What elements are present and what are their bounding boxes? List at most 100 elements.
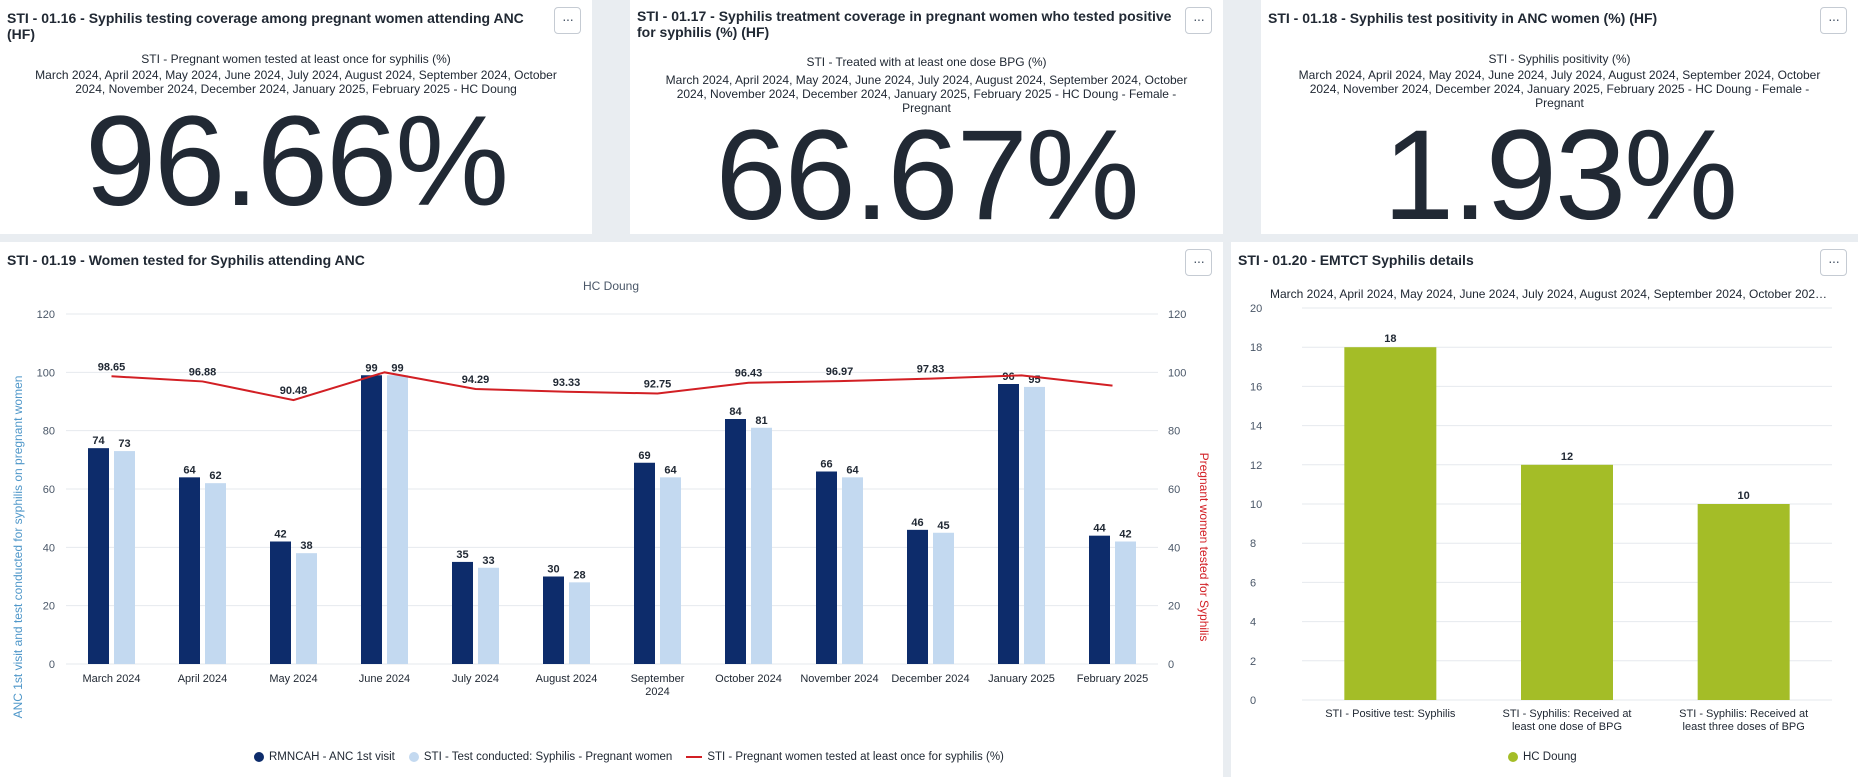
- y-tick-label-left: 120: [37, 309, 55, 321]
- legend-item-tested-percent[interactable]: STI - Pregnant women tested at least onc…: [686, 751, 1004, 763]
- y-tick-label-left: 60: [43, 484, 55, 496]
- series-line[interactable]: [111, 371, 1113, 402]
- legend-label: HC Doung: [1523, 751, 1577, 763]
- chart-subtitle: HC Doung: [583, 279, 639, 293]
- bar-value-label: 10: [1738, 490, 1750, 502]
- legend-item-anc-first-visit[interactable]: RMNCAH - ANC 1st visit: [254, 751, 395, 763]
- y-tick-label-right: 40: [1168, 542, 1180, 554]
- x-tick-label: March 2024: [82, 673, 140, 685]
- card-menu-button[interactable]: ···: [1820, 7, 1847, 34]
- chart-card-women-tested-anc: STI - 01.19 - Women tested for Syphilis …: [0, 242, 1223, 777]
- legend-line-icon: [686, 756, 703, 758]
- x-tick-label: least three doses of BPG: [1683, 721, 1805, 733]
- line-value-label: 93.33: [553, 377, 581, 389]
- bar[interactable]: [751, 427, 772, 664]
- bar-value-label: 66: [820, 459, 832, 471]
- bar-value-label: 73: [118, 438, 130, 450]
- x-tick-label: April 2024: [178, 673, 228, 685]
- x-tick-label: May 2024: [269, 673, 317, 685]
- x-tick-label: January 2025: [988, 673, 1055, 685]
- x-tick-label: June 2024: [359, 673, 410, 685]
- kpi-subtitle: STI - Treated with at least one dose BPG…: [806, 55, 1047, 69]
- bar-value-label: 64: [183, 464, 196, 476]
- bar[interactable]: [816, 471, 837, 665]
- card-title: STI - 01.16 - Syphilis testing coverage …: [7, 10, 524, 42]
- y-tick-label: 2: [1250, 656, 1256, 668]
- x-tick-label: November 2024: [800, 673, 878, 685]
- y-tick-label-left: 40: [43, 542, 55, 554]
- legend-item-test-conducted[interactable]: STI - Test conducted: Syphilis - Pregnan…: [408, 751, 673, 763]
- x-tick-label: October 2024: [715, 673, 782, 685]
- bar-value-label: 38: [300, 540, 312, 552]
- x-tick-label: STI - Syphilis: Received at: [1679, 708, 1808, 720]
- bar[interactable]: [1521, 464, 1613, 700]
- line-value-label: 92.75: [644, 378, 672, 390]
- legend-label: STI - Pregnant women tested at least onc…: [707, 751, 1004, 763]
- card-title: STI - 01.18 - Syphilis test positivity i…: [1268, 10, 1658, 26]
- bar[interactable]: [179, 477, 200, 664]
- bar[interactable]: [634, 462, 655, 664]
- y-tick-label: 20: [1250, 303, 1262, 315]
- line-value-label: 90.48: [280, 385, 308, 397]
- legend-label: STI - Test conducted: Syphilis - Pregnan…: [423, 751, 673, 763]
- bar[interactable]: [296, 553, 317, 664]
- bar[interactable]: [1089, 535, 1110, 664]
- card-menu-button[interactable]: ···: [554, 7, 581, 34]
- y-tick-label-right: 60: [1168, 484, 1180, 496]
- bar-value-label: 44: [1093, 523, 1106, 535]
- y-tick-label-left: 100: [37, 367, 55, 379]
- bar[interactable]: [1024, 386, 1045, 664]
- bar-value-label: 62: [209, 470, 221, 482]
- legend-dot-icon: [254, 752, 264, 762]
- kpi-value: 1.93%: [1383, 104, 1738, 247]
- legend-item-hc-doung[interactable]: HC Doung: [1508, 751, 1577, 763]
- bar[interactable]: [361, 375, 382, 664]
- bar-value-label: 69: [638, 450, 650, 462]
- bar[interactable]: [998, 384, 1019, 664]
- x-tick-label: September: [631, 673, 685, 685]
- y-tick-label: 4: [1250, 617, 1256, 629]
- bar-value-label: 99: [365, 362, 377, 374]
- bar[interactable]: [1344, 347, 1437, 700]
- bar[interactable]: [114, 451, 135, 664]
- card-title: STI - 01.17 - Syphilis treatment coverag…: [637, 8, 1172, 40]
- y-tick-label: 12: [1250, 460, 1262, 472]
- legend-label: RMNCAH - ANC 1st visit: [269, 751, 395, 763]
- line-value-label: 98.65: [98, 361, 126, 373]
- bar[interactable]: [1115, 541, 1136, 665]
- card-menu-button[interactable]: ···: [1185, 7, 1212, 34]
- bar-value-label: 45: [937, 520, 949, 532]
- bar-value-label: 96: [1002, 371, 1014, 383]
- card-menu-button[interactable]: ···: [1820, 249, 1847, 276]
- bar[interactable]: [660, 477, 681, 664]
- bar[interactable]: [842, 477, 863, 664]
- bar[interactable]: [387, 375, 408, 664]
- bar-value-label: 33: [482, 555, 494, 567]
- bar[interactable]: [478, 567, 499, 664]
- bar[interactable]: [543, 576, 564, 665]
- bar-value-label: 46: [911, 517, 923, 529]
- x-tick-label: 2024: [645, 686, 669, 698]
- bar[interactable]: [270, 541, 291, 665]
- y-tick-label-right: 80: [1168, 426, 1180, 438]
- bar[interactable]: [907, 529, 928, 664]
- bar[interactable]: [933, 532, 954, 664]
- y-tick-label: 14: [1250, 421, 1262, 433]
- y-tick-label: 0: [1250, 695, 1256, 707]
- y-tick-label-right: 20: [1168, 601, 1180, 613]
- kpi-subtitle: STI - Syphilis positivity (%): [1488, 52, 1631, 66]
- card-menu-button[interactable]: ···: [1185, 249, 1212, 276]
- bar[interactable]: [205, 483, 226, 664]
- bar[interactable]: [569, 582, 590, 664]
- line-value-label: 96.43: [735, 368, 763, 380]
- bar[interactable]: [88, 448, 109, 664]
- bar[interactable]: [1697, 504, 1790, 700]
- y-tick-label-left: 0: [49, 659, 55, 671]
- bar[interactable]: [452, 561, 473, 664]
- x-tick-label: February 2025: [1077, 673, 1149, 685]
- chart-card-emtct-syphilis: STI - 01.20 - EMTCT Syphilis details ···…: [1231, 242, 1858, 777]
- bar[interactable]: [725, 419, 746, 664]
- bar-value-label: 81: [755, 415, 767, 427]
- kpi-subtitle: STI - Pregnant women tested at least onc…: [141, 52, 451, 66]
- y-tick-label-right: 0: [1168, 659, 1174, 671]
